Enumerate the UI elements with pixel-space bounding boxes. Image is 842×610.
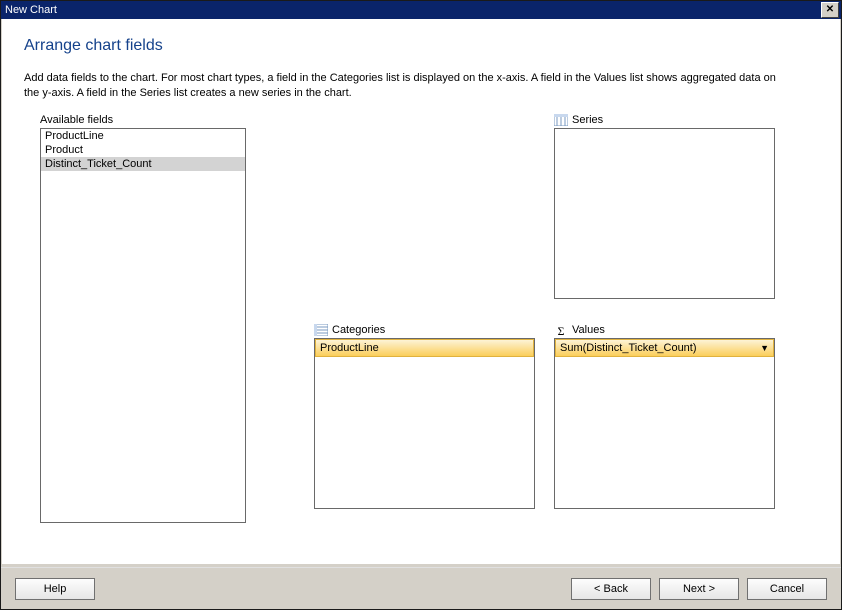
series-label: Series xyxy=(554,114,775,126)
chevron-down-icon[interactable]: ▼ xyxy=(760,343,769,353)
titlebar: New Chart ✕ xyxy=(1,1,841,19)
categories-icon xyxy=(314,324,328,336)
chip-label: ProductLine xyxy=(320,342,379,354)
next-button[interactable]: Next > xyxy=(659,578,739,600)
window-title: New Chart xyxy=(5,4,57,16)
available-fields-zone: Available fields ProductLine Product Dis… xyxy=(40,114,246,523)
series-zone: Series xyxy=(554,114,775,299)
list-item[interactable]: Product xyxy=(41,143,245,157)
values-label: Σ Values xyxy=(554,324,775,336)
zones: Available fields ProductLine Product Dis… xyxy=(24,114,818,534)
available-fields-label: Available fields xyxy=(40,114,246,126)
series-list[interactable] xyxy=(554,128,775,299)
value-chip[interactable]: Sum(Distinct_Ticket_Count) ▼ xyxy=(555,339,774,357)
sigma-icon: Σ xyxy=(554,324,568,336)
series-icon xyxy=(554,114,568,126)
categories-list[interactable]: ProductLine xyxy=(314,338,535,509)
available-fields-list[interactable]: ProductLine Product Distinct_Ticket_Coun… xyxy=(40,128,246,523)
page-heading: Arrange chart fields xyxy=(24,37,818,55)
values-list[interactable]: Sum(Distinct_Ticket_Count) ▼ xyxy=(554,338,775,509)
new-chart-dialog: New Chart ✕ Arrange chart fields Add dat… xyxy=(0,0,842,610)
chip-label: Sum(Distinct_Ticket_Count) xyxy=(560,342,697,354)
content-area: Arrange chart fields Add data fields to … xyxy=(2,19,840,564)
category-chip[interactable]: ProductLine xyxy=(315,339,534,357)
cancel-button[interactable]: Cancel xyxy=(747,578,827,600)
values-zone: Σ Values Sum(Distinct_Ticket_Count) ▼ xyxy=(554,324,775,509)
list-item[interactable]: ProductLine xyxy=(41,129,245,143)
help-button[interactable]: Help xyxy=(15,578,95,600)
page-description: Add data fields to the chart. For most c… xyxy=(24,71,784,102)
footer: Help < Back Next > Cancel xyxy=(1,567,841,609)
close-button[interactable]: ✕ xyxy=(821,2,839,18)
categories-zone: Categories ProductLine xyxy=(314,324,535,509)
list-item[interactable]: Distinct_Ticket_Count xyxy=(41,157,245,171)
categories-label: Categories xyxy=(314,324,535,336)
back-button[interactable]: < Back xyxy=(571,578,651,600)
